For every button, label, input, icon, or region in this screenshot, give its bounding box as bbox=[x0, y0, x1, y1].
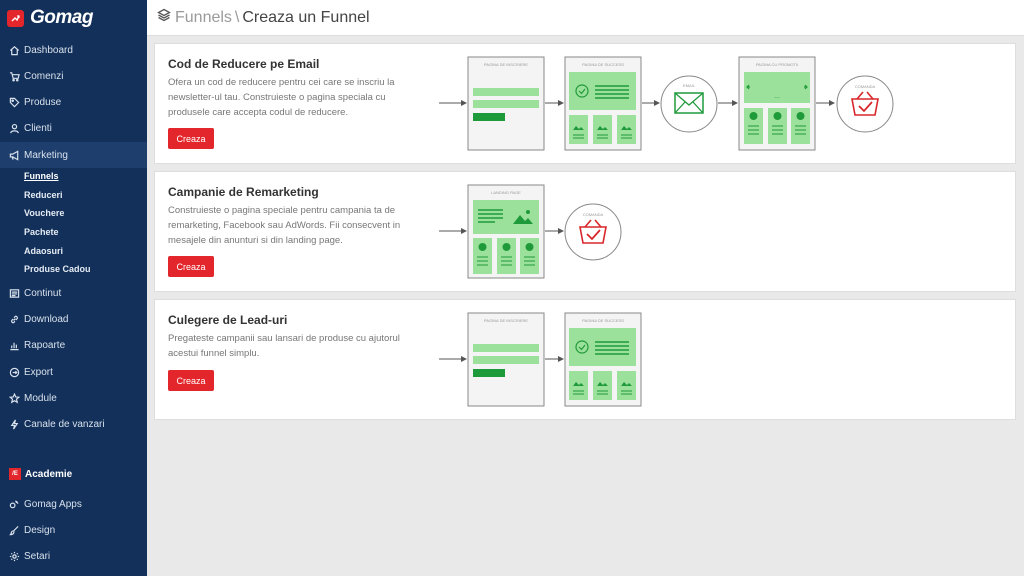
sidebar-item-label: Design bbox=[24, 524, 56, 536]
page-title: Creaza un Funnel bbox=[242, 8, 370, 26]
sidebar-sub-adaosuri[interactable]: Adaosuri bbox=[24, 242, 63, 260]
sidebar-item-label: Comenzi bbox=[24, 70, 64, 82]
sidebar: Gomag Dashboard Comenzi Produse Clienti … bbox=[0, 0, 147, 576]
bolt-icon bbox=[9, 419, 20, 430]
order-basket-icon: COMANDA bbox=[836, 75, 894, 133]
sidebar-item-label: Rapoarte bbox=[24, 339, 66, 351]
sidebar-item-label: Export bbox=[24, 366, 53, 378]
success-page-icon: PAGINA DE SUCCESS bbox=[564, 56, 642, 151]
order-basket-icon: COMANDA bbox=[564, 203, 622, 261]
sidebar-item-label: Module bbox=[24, 392, 57, 404]
email-icon: EMAIL bbox=[660, 75, 718, 133]
signup-page-icon: PAGINA DE INSCRIERE bbox=[467, 56, 545, 151]
academie-badge-icon: /E bbox=[9, 468, 21, 480]
card-description: Construieste o pagina speciale pentru ca… bbox=[168, 205, 401, 246]
success-page-icon: PAGINA DE SUCCESS bbox=[564, 312, 642, 407]
signup-page-icon: PAGINA DE INSCRIERE bbox=[467, 312, 545, 407]
export-icon bbox=[9, 367, 20, 378]
funnel-card-email-discount: Cod de Reducere pe Email Ofera un cod de… bbox=[154, 43, 1016, 164]
sidebar-item-rapoarte[interactable]: Rapoarte bbox=[0, 332, 147, 358]
megaphone-icon bbox=[9, 149, 20, 161]
sidebar-item-canale-de-vanzari[interactable]: Canale de vanzari bbox=[0, 411, 147, 437]
card-title: Campanie de Remarketing bbox=[168, 185, 319, 199]
sidebar-item-label: Dashboard bbox=[24, 44, 73, 56]
sidebar-item-download[interactable]: Download bbox=[0, 306, 147, 332]
sidebar-item-gomag-apps[interactable]: Gomag Apps bbox=[0, 491, 147, 517]
user-icon bbox=[9, 123, 20, 134]
sidebar-sub-reduceri[interactable]: Reduceri bbox=[24, 186, 63, 204]
sidebar-sub-vouchere[interactable]: Vouchere bbox=[24, 204, 64, 222]
breadcrumb-funnels[interactable]: Funnels bbox=[175, 9, 232, 27]
sidebar-sub-funnels[interactable]: Funnels bbox=[24, 167, 59, 185]
promotions-page-label: PAGINA CU PROMOTII bbox=[756, 62, 798, 67]
email-label: EMAIL bbox=[683, 83, 696, 88]
create-button[interactable]: Creaza bbox=[168, 256, 214, 277]
funnel-diagram: PAGINA DE INSCRIERE PAGINA DE SUCCESS bbox=[435, 300, 905, 426]
sidebar-item-label: Gomag Apps bbox=[24, 498, 82, 510]
document-icon bbox=[9, 288, 20, 299]
sidebar-item-comenzi[interactable]: Comenzi bbox=[0, 63, 147, 89]
gear-icon bbox=[9, 551, 20, 562]
card-description: Ofera un cod de reducere pentru cei care… bbox=[168, 77, 395, 118]
sidebar-item-design[interactable]: Design bbox=[0, 517, 147, 543]
brush-icon bbox=[9, 525, 20, 536]
funnel-diagram: LANDING PAGE COMANDA bbox=[435, 172, 905, 298]
promotions-page-icon: PAGINA CU PROMOTII ... bbox=[738, 56, 816, 151]
funnel-card-remarketing: Campanie de Remarketing Construieste o p… bbox=[154, 171, 1016, 292]
sidebar-item-label: Clienti bbox=[24, 122, 52, 134]
cart-icon bbox=[9, 71, 20, 82]
order-label: COMANDA bbox=[855, 84, 876, 89]
sidebar-item-label: Produse bbox=[24, 96, 62, 108]
signup-page-label: PAGINA DE INSCRIERE bbox=[484, 62, 528, 67]
sidebar-item-dashboard[interactable]: Dashboard bbox=[0, 37, 147, 63]
sidebar-item-marketing[interactable]: Marketing bbox=[0, 142, 147, 168]
star-icon bbox=[9, 392, 20, 404]
page-header: Funnels \ Creaza un Funnel bbox=[147, 0, 1024, 36]
success-page-label: PAGINA DE SUCCESS bbox=[582, 62, 624, 67]
sidebar-item-export[interactable]: Export bbox=[0, 359, 147, 385]
chart-icon bbox=[9, 340, 20, 351]
landing-page-icon: LANDING PAGE bbox=[467, 184, 545, 279]
sidebar-item-label: Academie bbox=[25, 468, 73, 480]
sidebar-sub-produse-cadou[interactable]: Produse Cadou bbox=[24, 260, 91, 278]
sidebar-item-label: Continut bbox=[24, 287, 62, 299]
order-label: COMANDA bbox=[583, 212, 604, 217]
create-button[interactable]: Creaza bbox=[168, 128, 214, 149]
sidebar-item-setari[interactable]: Setari bbox=[0, 543, 147, 569]
signup-page-label: PAGINA DE INSCRIERE bbox=[484, 318, 528, 323]
link-icon bbox=[9, 314, 20, 325]
sidebar-item-label: Canale de vanzari bbox=[24, 418, 105, 430]
funnel-card-lead-collection: Culegere de Lead-uri Pregateste campanii… bbox=[154, 299, 1016, 420]
sidebar-item-module[interactable]: Module bbox=[0, 385, 147, 411]
gomag-logo-icon bbox=[7, 9, 24, 27]
home-icon bbox=[9, 45, 20, 56]
card-title: Cod de Reducere pe Email bbox=[168, 57, 320, 71]
sidebar-item-label: Setari bbox=[24, 550, 51, 562]
apps-icon bbox=[9, 499, 20, 510]
sidebar-item-label: Marketing bbox=[24, 149, 68, 161]
breadcrumb-separator: \ bbox=[234, 8, 240, 26]
success-page-label: PAGINA DE SUCCESS bbox=[582, 318, 624, 323]
layers-icon bbox=[157, 8, 171, 27]
sidebar-item-continut[interactable]: Continut bbox=[0, 280, 147, 306]
create-button[interactable]: Creaza bbox=[168, 370, 214, 391]
brand-name: Gomag bbox=[30, 7, 93, 28]
sidebar-item-clienti[interactable]: Clienti bbox=[0, 115, 147, 141]
sidebar-item-academie[interactable]: /E Academie bbox=[9, 468, 72, 480]
funnel-diagram: PAGINA DE INSCRIERE PAGINA DE SUCCESS bbox=[435, 44, 905, 170]
sidebar-item-label: Download bbox=[24, 313, 69, 325]
card-description: Pregateste campanii sau lansari de produ… bbox=[168, 333, 400, 359]
promo-dots: ... bbox=[774, 93, 780, 100]
tag-icon bbox=[9, 97, 20, 108]
sidebar-item-produse[interactable]: Produse bbox=[0, 89, 147, 115]
sidebar-sub-pachete[interactable]: Pachete bbox=[24, 223, 59, 241]
card-title: Culegere de Lead-uri bbox=[168, 313, 288, 327]
landing-page-label: LANDING PAGE bbox=[491, 190, 521, 195]
brand[interactable]: Gomag bbox=[0, 0, 147, 36]
